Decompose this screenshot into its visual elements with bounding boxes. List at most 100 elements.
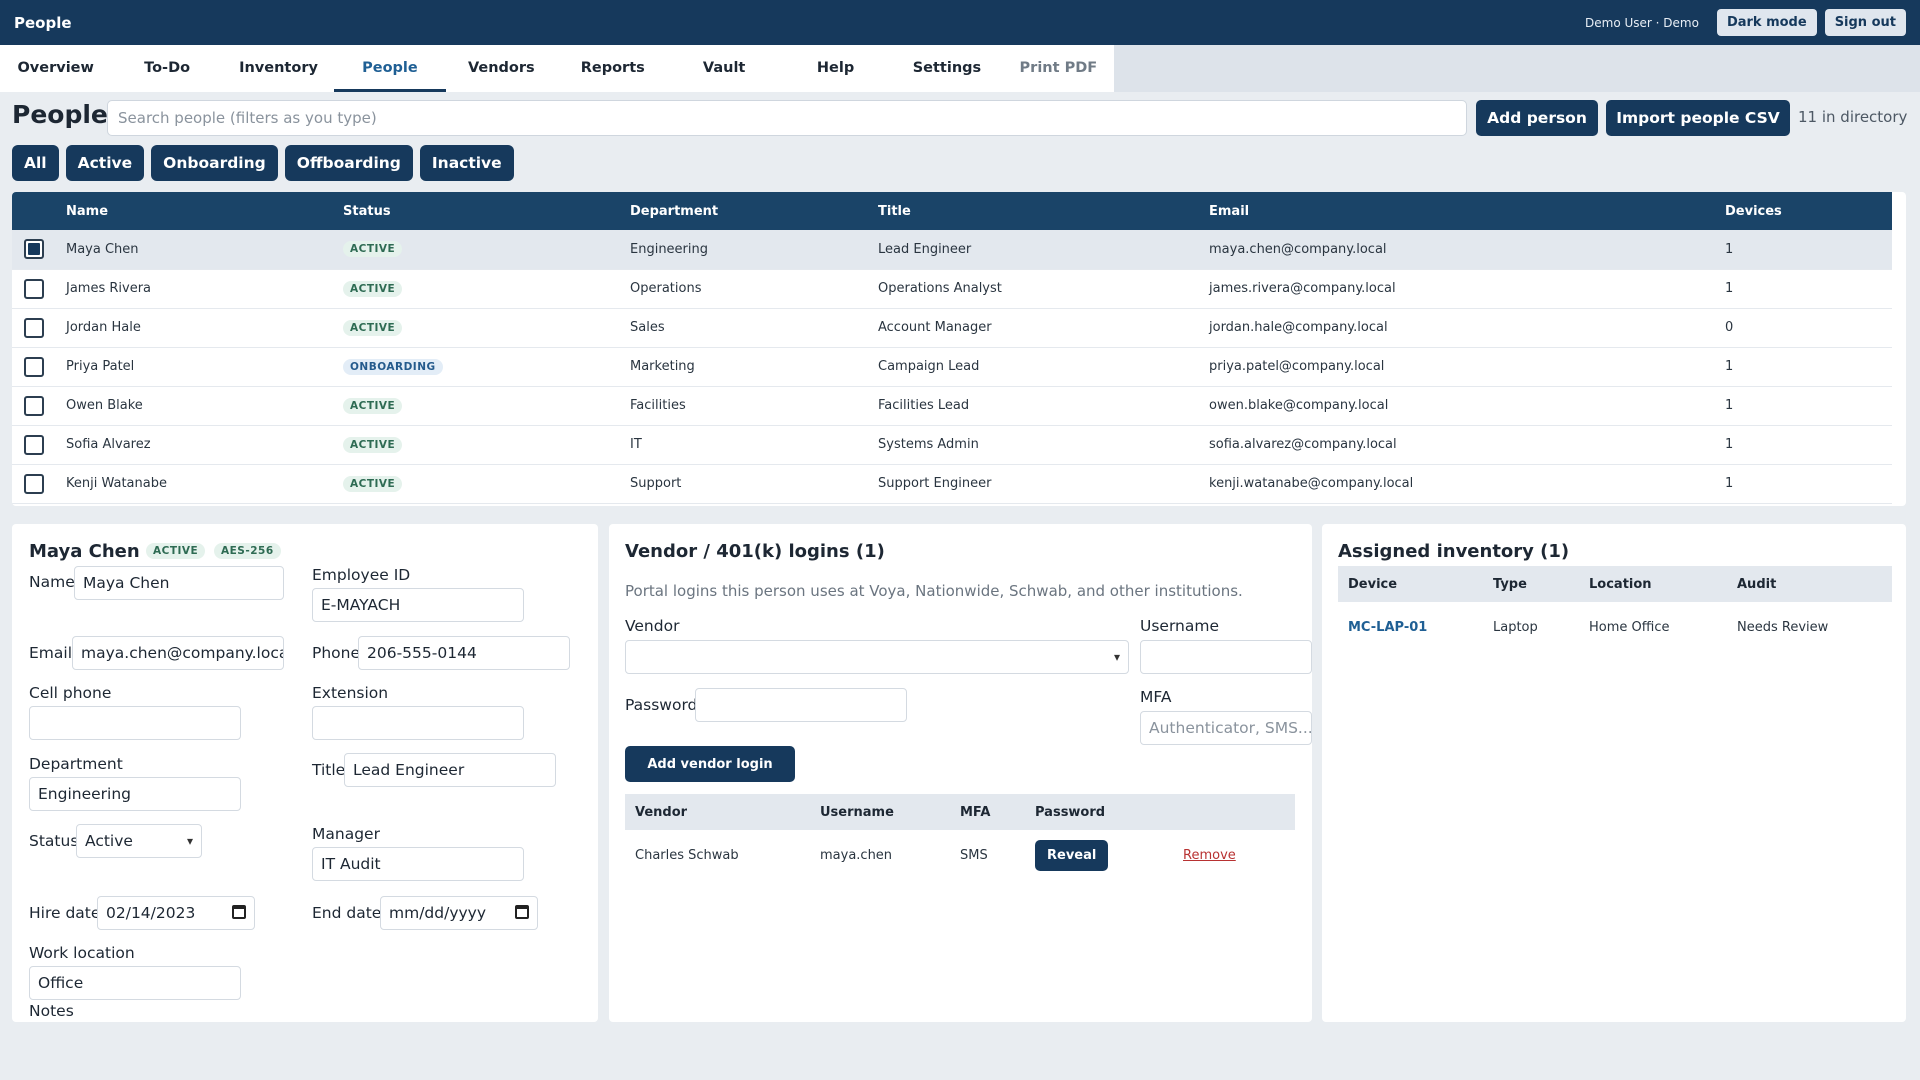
sign-out-button[interactable]: Sign out [1824,9,1906,36]
phone-field[interactable]: 206-555-0144 [358,636,570,670]
reveal-password-button[interactable]: Reveal [1035,839,1109,871]
filter-onboarding[interactable]: Onboarding [151,145,278,181]
detail-person-name: Maya Chen [29,541,140,562]
name-field[interactable]: Maya Chen [74,566,284,600]
username-field[interactable] [1140,640,1312,674]
person-devices: 1 [1725,269,1892,309]
employee-id-field[interactable]: E-MAYACH [312,588,524,622]
person-devices: 1 [1725,464,1892,504]
status-badge: ONBOARDING [343,358,443,375]
person-name: James Rivera [66,269,343,309]
row-checkbox[interactable] [24,356,44,377]
manager-field[interactable]: IT Audit [312,847,524,881]
add-person-button[interactable]: Add person [1476,100,1598,136]
extension-field[interactable] [312,706,524,740]
row-checkbox[interactable] [24,395,44,416]
column-header-devices[interactable]: Devices [1725,192,1892,230]
mfa-label: MFA [1140,688,1172,706]
table-row[interactable]: Owen Blake ACTIVE Facilities Facilities … [12,386,1892,426]
table-row[interactable]: Kenji Watanabe ACTIVE Support Support En… [12,464,1892,504]
status-select[interactable]: Active ▾ [76,824,202,858]
hire-date-field[interactable]: 02/14/2023 [97,896,255,930]
tab-todo[interactable]: To-Do [111,45,222,92]
notes-label: Notes [29,1002,74,1020]
tab-vault[interactable]: Vault [668,45,779,92]
vendor-select[interactable]: ▾ [625,640,1129,674]
hire-date-value: 02/14/2023 [106,904,196,922]
remove-vendor-login-link[interactable]: Remove [1183,848,1236,863]
row-checkbox[interactable] [24,278,44,299]
chevron-down-icon: ▾ [186,834,193,848]
table-row[interactable]: Sofia Alvarez ACTIVE IT Systems Admin so… [12,425,1892,465]
device-type: Laptop [1493,619,1538,635]
column-header-vendor: Vendor [625,794,810,830]
column-header-audit: Audit [1727,566,1892,602]
table-row: Charles Schwab maya.chen SMS Reveal Remo… [625,830,1295,880]
cell-phone-field[interactable] [29,706,241,740]
person-name: Owen Blake [66,386,343,426]
row-checkbox[interactable] [24,434,44,455]
device-link[interactable]: MC-LAP-01 [1348,620,1427,635]
work-location-field[interactable]: Office [29,966,241,1000]
vendor-label: Vendor [625,617,680,635]
tab-print-pdf[interactable]: Print PDF [1003,45,1114,92]
filter-all[interactable]: All [12,145,59,181]
tab-people[interactable]: People [334,45,447,92]
tab-inventory[interactable]: Inventory [223,45,334,92]
tab-reports[interactable]: Reports [557,45,668,92]
end-date-field[interactable]: mm/dd/yyyy [380,896,538,930]
import-csv-button[interactable]: Import people CSV [1606,100,1790,136]
status-badge: ACTIVE [343,280,403,297]
tab-vendors[interactable]: Vendors [446,45,557,92]
tab-settings[interactable]: Settings [891,45,1002,92]
filter-offboarding[interactable]: Offboarding [284,145,413,181]
username-label: Username [1140,617,1220,635]
table-row[interactable]: James Rivera ACTIVE Operations Operation… [12,269,1892,309]
department-field[interactable]: Engineering [29,777,241,811]
row-checkbox[interactable] [24,473,44,494]
vendor-logins-card: Vendor / 401(k) logins (1) Portal logins… [609,524,1312,1022]
person-title: Campaign Lead [878,347,1209,387]
person-department: Support [630,464,878,504]
person-name: Maya Chen [66,230,343,270]
add-vendor-login-button[interactable]: Add vendor login [625,746,795,782]
filter-active[interactable]: Active [65,145,145,181]
person-name: Sofia Alvarez [66,425,343,465]
tab-help[interactable]: Help [780,45,891,92]
email-field[interactable]: maya.chen@company.local [72,636,284,670]
person-devices: 1 [1725,230,1892,270]
title-field[interactable]: Lead Engineer [344,753,556,787]
table-row[interactable]: Jordan Hale ACTIVE Sales Account Manager… [12,308,1892,348]
tab-overview[interactable]: Overview [0,45,111,92]
person-title: Account Manager [878,308,1209,348]
table-row[interactable]: Maya Chen ACTIVE Engineering Lead Engine… [12,230,1892,270]
person-department: IT [630,425,878,465]
person-title: Support Engineer [878,464,1209,504]
filter-inactive[interactable]: Inactive [419,145,514,181]
search-input[interactable] [107,100,1467,136]
column-header-username: Username [810,794,950,830]
row-checkbox[interactable] [24,239,44,260]
dark-mode-button[interactable]: Dark mode [1716,9,1817,36]
row-checkbox[interactable] [24,317,44,338]
column-header-email[interactable]: Email [1209,192,1725,230]
person-email: james.rivera@company.local [1209,269,1725,309]
password-field[interactable] [695,688,907,722]
mfa-field[interactable]: Authenticator, SMS... [1140,711,1312,745]
directory-count: 11 in directory [1798,108,1908,126]
column-header-title[interactable]: Title [878,192,1209,230]
calendar-icon[interactable] [232,905,246,919]
person-email: priya.patel@company.local [1209,347,1725,387]
column-header-status[interactable]: Status [343,192,630,230]
calendar-icon[interactable] [515,905,529,919]
person-email: owen.blake@company.local [1209,386,1725,426]
column-header-password: Password [1025,794,1173,830]
table-header-row: Vendor Username MFA Password [625,794,1295,830]
table-header-row: Device Type Location Audit [1338,566,1892,602]
cell-phone-label: Cell phone [29,684,112,702]
person-department: Engineering [630,230,878,270]
person-email: sofia.alvarez@company.local [1209,425,1725,465]
column-header-name[interactable]: Name [66,192,343,230]
column-header-department[interactable]: Department [630,192,878,230]
table-row[interactable]: Priya Patel ONBOARDING Marketing Campaig… [12,347,1892,387]
